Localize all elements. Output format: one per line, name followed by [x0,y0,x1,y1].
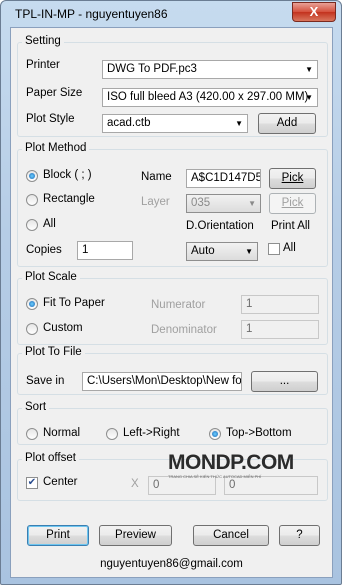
copies-field[interactable]: 1 [77,241,133,260]
print-all-check-label[interactable]: All [283,242,296,254]
preview-button[interactable]: Preview [99,525,172,546]
help-button[interactable]: ? [279,525,320,546]
fit-to-paper-label[interactable]: Fit To Paper [43,297,105,309]
cancel-button[interactable]: Cancel [193,525,269,546]
plot-style-label: Plot Style [26,113,75,125]
plot-scale-title: Plot Scale [22,271,80,283]
plot-method-title: Plot Method [22,142,90,154]
plot-method-group: Plot Method Block ( ; ) Rectangle All Na… [17,142,328,267]
sort-normal-radio[interactable] [26,428,38,440]
custom-radio[interactable] [26,323,38,335]
name-label: Name [141,171,172,183]
paper-size-select[interactable]: ISO full bleed A3 (420.00 x 297.00 MM) ▼ [102,88,318,107]
sort-normal-label[interactable]: Normal [43,427,80,439]
pick-layer-label: Pick [281,197,304,209]
paper-size-label: Paper Size [26,87,83,99]
x-offset-label: X [131,478,139,490]
dialog-window: TPL-IN-MP - nguyentuyen86 X Setting Prin… [0,0,342,585]
add-button[interactable]: Add [258,113,316,134]
plot-scale-group: Plot Scale Fit To Paper Custom Numerator… [17,271,328,345]
watermark-tagline: TRANG CHIA SẺ KIẾN THỨC AUTOCAD MIỄN PHÍ [168,474,262,479]
sort-left-right-radio[interactable] [106,428,118,440]
print-all-checkbox[interactable] [268,243,280,255]
layer-value: 035 [191,197,211,209]
printer-value: DWG To PDF.pc3 [107,63,197,75]
chevron-down-icon: ▼ [248,199,256,208]
block-radio[interactable] [26,170,38,182]
center-label[interactable]: Center [43,476,78,488]
sort-top-bottom-radio[interactable] [209,428,221,440]
numerator-label: Numerator [151,299,206,311]
printer-select[interactable]: DWG To PDF.pc3 ▼ [102,60,318,79]
printer-label: Printer [26,59,60,71]
layer-label: Layer [141,196,170,208]
author-email: nguyentuyen86@gmail.com [100,558,243,570]
setting-group: Setting Printer DWG To PDF.pc3 ▼ Paper S… [17,35,328,137]
denominator-label: Denominator [151,324,217,336]
sort-top-bottom-label[interactable]: Top->Bottom [226,427,292,439]
layer-select[interactable]: 035 ▼ [186,194,261,213]
orientation-value: Auto [191,245,215,257]
plot-offset-title: Plot offset [22,452,79,464]
watermark-brand-text: MONDP.COM [168,451,294,474]
chevron-down-icon: ▼ [305,65,313,74]
plot-style-value: acad.ctb [107,117,151,129]
sort-title: Sort [22,401,50,413]
center-checkbox[interactable]: ✔ [26,477,38,489]
save-in-label: Save in [26,375,65,387]
rectangle-radio[interactable] [26,194,38,206]
orientation-select[interactable]: Auto ▼ [186,242,258,261]
denominator-field[interactable]: 1 [241,320,319,339]
chevron-down-icon: ▼ [245,247,253,256]
chevron-down-icon: ▼ [235,119,243,128]
numerator-field[interactable]: 1 [241,295,319,314]
pick-block-label: Pick [281,172,304,184]
print-button[interactable]: Print [27,525,89,546]
all-label[interactable]: All [43,218,56,230]
rectangle-label[interactable]: Rectangle [43,193,95,205]
browse-button[interactable]: ... [251,371,318,392]
watermark-logo: MONDP.COM TRANG CHIA SẺ KIẾN THỨC AUTOCA… [168,452,294,482]
plot-offset-group: Plot offset ✔ Center X 0 0 MONDP.COM TRA… [17,452,328,501]
close-button[interactable]: X [292,2,336,22]
sort-left-right-label[interactable]: Left->Right [123,427,180,439]
print-all-label: Print All [271,220,310,232]
plot-to-file-title: Plot To File [22,346,85,358]
paper-size-value: ISO full bleed A3 (420.00 x 297.00 MM) [107,91,309,103]
setting-title: Setting [22,35,64,47]
fit-to-paper-radio[interactable] [26,298,38,310]
save-in-field[interactable]: C:\Users\Mon\Desktop\New fol [82,372,242,391]
all-radio[interactable] [26,219,38,231]
block-label[interactable]: Block ( ; ) [43,169,92,181]
copies-label: Copies [26,244,62,256]
pick-layer-button[interactable]: Pick [269,193,316,214]
watermark-brand: MONDP.COM [168,452,294,474]
sort-group: Sort Normal Left->Right Top->Bottom [17,401,328,445]
orientation-label: D.Orientation [186,220,254,232]
chevron-down-icon: ▼ [305,93,313,102]
title-bar[interactable]: TPL-IN-MP - nguyentuyen86 X [1,1,341,27]
pick-block-button[interactable]: Pick [269,168,316,189]
window-title: TPL-IN-MP - nguyentuyen86 [15,7,168,21]
dialog-client: Setting Printer DWG To PDF.pc3 ▼ Paper S… [10,27,333,578]
name-field[interactable]: A$C1D147D5A [186,169,261,188]
plot-to-file-group: Plot To File Save in C:\Users\Mon\Deskto… [17,346,328,395]
custom-label[interactable]: Custom [43,322,83,334]
plot-style-select[interactable]: acad.ctb ▼ [102,114,248,133]
